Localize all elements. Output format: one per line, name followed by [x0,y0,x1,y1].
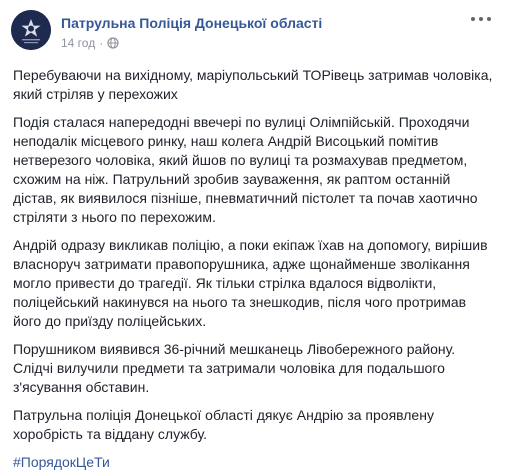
meta-separator: · [99,36,104,50]
police-badge-icon [11,10,51,50]
facebook-post: Патрульна Поліція Донецької області 14 г… [0,0,507,470]
post-timestamp[interactable]: 14 год [61,36,95,50]
page-avatar[interactable] [11,10,51,50]
post-body: Перебуваючи на вихідному, маріупольський… [13,66,497,472]
post-meta: 14 год · [61,36,119,50]
post-paragraph: Подія сталася напередодні ввечері по вул… [13,114,478,225]
post-paragraph: Андрій одразу викликав поліцію, а поки е… [13,237,488,329]
globe-icon[interactable] [107,37,119,49]
post-paragraph: Перебуваючи на вихідному, маріупольський… [13,67,493,102]
post-paragraph: Порушником виявився 36-річний мешканець … [13,341,456,395]
page-name-link[interactable]: Патрульна Поліція Донецької області [61,15,322,31]
more-options-icon[interactable] [471,12,491,26]
hashtag-link[interactable]: #ПорядокЦеТи [13,454,110,470]
post-paragraph: Патрульна поліція Донецької області дяку… [13,407,434,442]
